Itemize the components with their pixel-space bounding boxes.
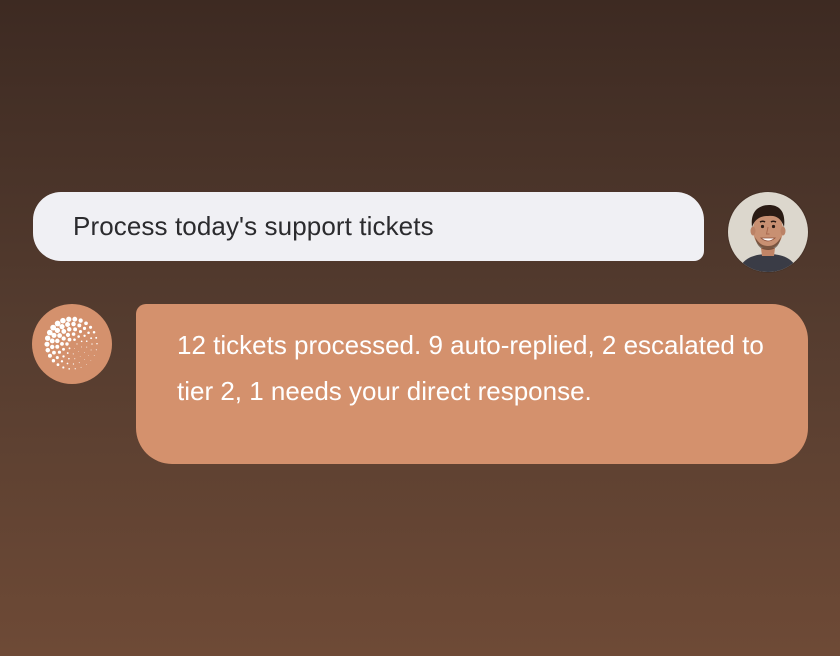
burst-dot [73, 338, 76, 341]
burst-dot [96, 343, 98, 345]
burst-dot [76, 343, 78, 345]
burst-dot [66, 316, 72, 322]
burst-dot [89, 325, 93, 329]
burst-dot [81, 346, 82, 348]
burst-dot [87, 331, 90, 335]
burst-dot [52, 350, 56, 355]
assistant-message-text: 12 tickets processed. 9 auto-replied, 2 … [177, 330, 764, 406]
burst-dot [90, 337, 93, 340]
burst-dot [67, 327, 72, 332]
burst-dot [80, 340, 83, 343]
burst-dot [95, 336, 98, 339]
burst-dot [71, 321, 76, 327]
burst-dot [44, 341, 50, 347]
burst-dot [66, 352, 69, 354]
burst-dot [72, 363, 75, 365]
dot-burst-logo-icon [44, 316, 98, 370]
burst-dot [65, 342, 69, 346]
burst-dot [68, 357, 70, 360]
chat-thread: Process today's support tickets 12 ticke… [0, 0, 840, 656]
burst-dot [74, 358, 76, 360]
burst-dot [65, 332, 71, 337]
burst-dot [74, 368, 76, 370]
assistant-avatar [32, 304, 112, 384]
burst-dot [61, 336, 66, 341]
burst-dot [92, 330, 96, 334]
burst-dot [66, 362, 69, 365]
burst-dot [82, 326, 87, 331]
burst-dot [59, 324, 65, 330]
burst-dot [54, 320, 61, 327]
burst-dot [78, 330, 83, 334]
burst-dot [60, 341, 64, 346]
burst-dot [62, 366, 65, 369]
burst-dot [61, 329, 67, 334]
burst-dot [55, 344, 60, 349]
burst-dot [90, 349, 92, 351]
burst-dot [72, 353, 74, 355]
burst-dot [79, 356, 81, 357]
burst-dot [72, 316, 78, 322]
burst-dot [45, 347, 51, 353]
burst-dot [51, 359, 56, 363]
burst-dot [44, 335, 51, 341]
burst-dot [74, 347, 75, 349]
burst-dot [90, 360, 92, 361]
burst-dot [71, 332, 76, 336]
burst-dot [88, 354, 89, 356]
burst-dot [78, 351, 79, 352]
burst-dot [50, 324, 57, 331]
burst-dot [68, 368, 71, 370]
burst-dot [77, 335, 80, 338]
burst-dot [55, 356, 59, 360]
burst-dot [68, 347, 71, 350]
assistant-message-bubble: 12 tickets processed. 9 auto-replied, 2 … [136, 304, 808, 464]
burst-dot [84, 359, 85, 361]
user-message-bubble: Process today's support tickets [33, 192, 704, 261]
burst-dot [80, 366, 82, 368]
burst-dot [62, 355, 65, 358]
burst-dot [84, 321, 88, 326]
burst-dot [85, 340, 88, 343]
burst-dot [62, 347, 65, 351]
burst-dot [46, 329, 53, 336]
user-avatar [728, 192, 808, 272]
burst-dot [83, 334, 86, 337]
burst-dot [91, 343, 93, 345]
burst-dot [57, 350, 62, 354]
burst-dot [56, 363, 60, 367]
burst-dot [57, 333, 63, 338]
burst-dot [49, 338, 55, 344]
burst-dot [47, 353, 52, 358]
burst-dot [60, 360, 64, 363]
user-avatar-photo-icon [728, 192, 808, 272]
burst-dot [95, 349, 97, 351]
burst-dot [78, 362, 80, 364]
burst-dot [86, 364, 87, 365]
burst-dot [84, 352, 85, 353]
burst-dot [67, 337, 72, 342]
user-message-text: Process today's support tickets [73, 211, 434, 241]
burst-dot [77, 323, 82, 328]
burst-dot [65, 322, 71, 327]
burst-dot [50, 344, 55, 350]
burst-dot [73, 327, 78, 332]
burst-dot [55, 338, 60, 344]
burst-dot [93, 355, 95, 356]
burst-dot [86, 346, 88, 348]
burst-dot [60, 317, 66, 324]
burst-dot [78, 318, 83, 323]
